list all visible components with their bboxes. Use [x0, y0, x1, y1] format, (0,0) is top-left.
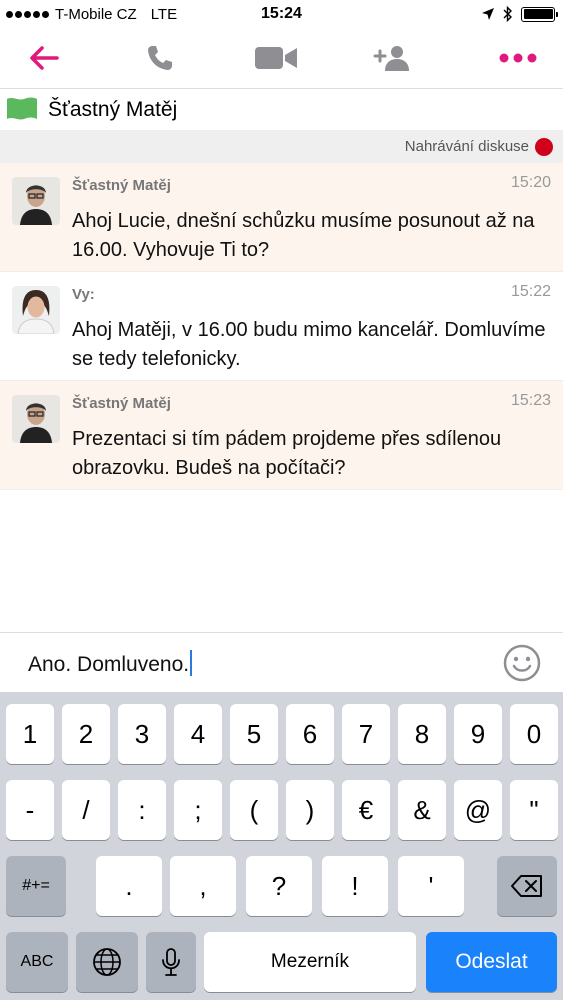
key-7[interactable]: 7: [342, 704, 390, 764]
add-person-icon: [373, 46, 409, 71]
message-item[interactable]: Vy: 15:22 Ahoj Matěji, v 16.00 budu mimo…: [0, 272, 563, 381]
message-input[interactable]: Ano. Domluveno.: [28, 650, 193, 677]
contact-name: Šťastný Matěj: [48, 97, 178, 121]
avatar: [12, 395, 60, 443]
video-camera-icon: [255, 47, 297, 69]
avatar: [12, 286, 60, 334]
emoji-button[interactable]: [503, 644, 541, 682]
status-right: [481, 6, 558, 22]
message-text: Prezentaci si tím pádem projdeme přes sd…: [72, 428, 502, 479]
key-close-paren[interactable]: ): [286, 780, 334, 840]
back-arrow-icon: [30, 46, 59, 70]
key-5[interactable]: 5: [230, 704, 278, 764]
message-item[interactable]: Šťastný Matěj 15:23 Prezentaci si tím pá…: [0, 381, 563, 490]
key-semicolon[interactable]: ;: [174, 780, 222, 840]
key-at[interactable]: @: [454, 780, 502, 840]
key-question[interactable]: ?: [246, 856, 312, 916]
key-colon[interactable]: :: [118, 780, 166, 840]
dictation-key[interactable]: [146, 932, 196, 992]
key-1[interactable]: 1: [6, 704, 54, 764]
battery-icon: [521, 6, 558, 22]
key-euro[interactable]: €: [342, 780, 390, 840]
globe-key[interactable]: [76, 932, 138, 992]
recording-label: Nahrávání diskuse: [404, 138, 529, 155]
message-input-value: Ano. Domluveno.: [28, 653, 190, 676]
message-text: Ahoj Lucie, dnešní schůzku musíme posuno…: [72, 210, 535, 261]
phone-icon: [148, 46, 172, 70]
key-ampersand[interactable]: &: [398, 780, 446, 840]
location-arrow-icon: [482, 8, 494, 20]
key-period[interactable]: .: [96, 856, 162, 916]
key-apostrophe[interactable]: ': [398, 856, 464, 916]
key-hyphen[interactable]: -: [6, 780, 54, 840]
microphone-icon: [162, 948, 180, 976]
key-comma[interactable]: ,: [170, 856, 236, 916]
status-time: 15:24: [261, 5, 302, 22]
message-time: 15:22: [510, 283, 551, 300]
key-3[interactable]: 3: [118, 704, 166, 764]
key-2[interactable]: 2: [62, 704, 110, 764]
key-more-symbols[interactable]: #+=: [6, 856, 66, 916]
key-0[interactable]: 0: [510, 704, 558, 764]
space-key[interactable]: Mezerník: [204, 932, 416, 992]
globe-icon: [93, 948, 121, 976]
status-bar: T-Mobile CZ LTE 15:24: [0, 0, 563, 30]
backspace-icon: [511, 875, 542, 897]
message-time: 15:20: [510, 174, 551, 191]
flag-icon: [7, 97, 37, 119]
key-quote[interactable]: ": [510, 780, 558, 840]
keyboard: 1 2 3 4 5 6 7 8 9 0 - / : ; ( ) € & @ " …: [0, 692, 563, 1000]
key-slash[interactable]: /: [62, 780, 110, 840]
call-button[interactable]: [138, 38, 182, 78]
recording-dot-icon: [535, 137, 553, 156]
smiley-icon: [503, 644, 541, 682]
recording-indicator[interactable]: Nahrávání diskuse: [0, 130, 563, 163]
more-dots-icon: [499, 53, 537, 63]
message-text: Ahoj Matěji, v 16.00 budu mimo kancelář.…: [72, 319, 546, 370]
video-call-button[interactable]: [254, 38, 298, 78]
message-item[interactable]: Šťastný Matěj 15:20 Ahoj Lucie, dnešní s…: [0, 163, 563, 272]
send-key[interactable]: Odeslat: [426, 932, 557, 992]
key-8[interactable]: 8: [398, 704, 446, 764]
message-list: Šťastný Matěj 15:20 Ahoj Lucie, dnešní s…: [0, 163, 563, 490]
text-caret: [190, 650, 193, 676]
key-abc[interactable]: ABC: [6, 932, 68, 992]
key-exclamation[interactable]: !: [322, 856, 388, 916]
key-open-paren[interactable]: (: [230, 780, 278, 840]
message-author: Vy:: [72, 286, 95, 303]
more-options-button[interactable]: [496, 38, 540, 78]
message-time: 15:23: [510, 392, 551, 409]
message-author: Šťastný Matěj: [72, 177, 171, 194]
contact-header[interactable]: Šťastný Matěj: [0, 88, 563, 130]
message-composer[interactable]: Ano. Domluveno.: [0, 632, 563, 692]
key-6[interactable]: 6: [286, 704, 334, 764]
add-participant-button[interactable]: [370, 38, 414, 78]
chat-toolbar: [0, 30, 563, 86]
backspace-key[interactable]: [497, 856, 557, 916]
bluetooth-icon: [503, 6, 512, 22]
key-4[interactable]: 4: [174, 704, 222, 764]
key-9[interactable]: 9: [454, 704, 502, 764]
avatar: [12, 177, 60, 225]
message-author: Šťastný Matěj: [72, 395, 171, 412]
back-button[interactable]: [22, 38, 66, 78]
